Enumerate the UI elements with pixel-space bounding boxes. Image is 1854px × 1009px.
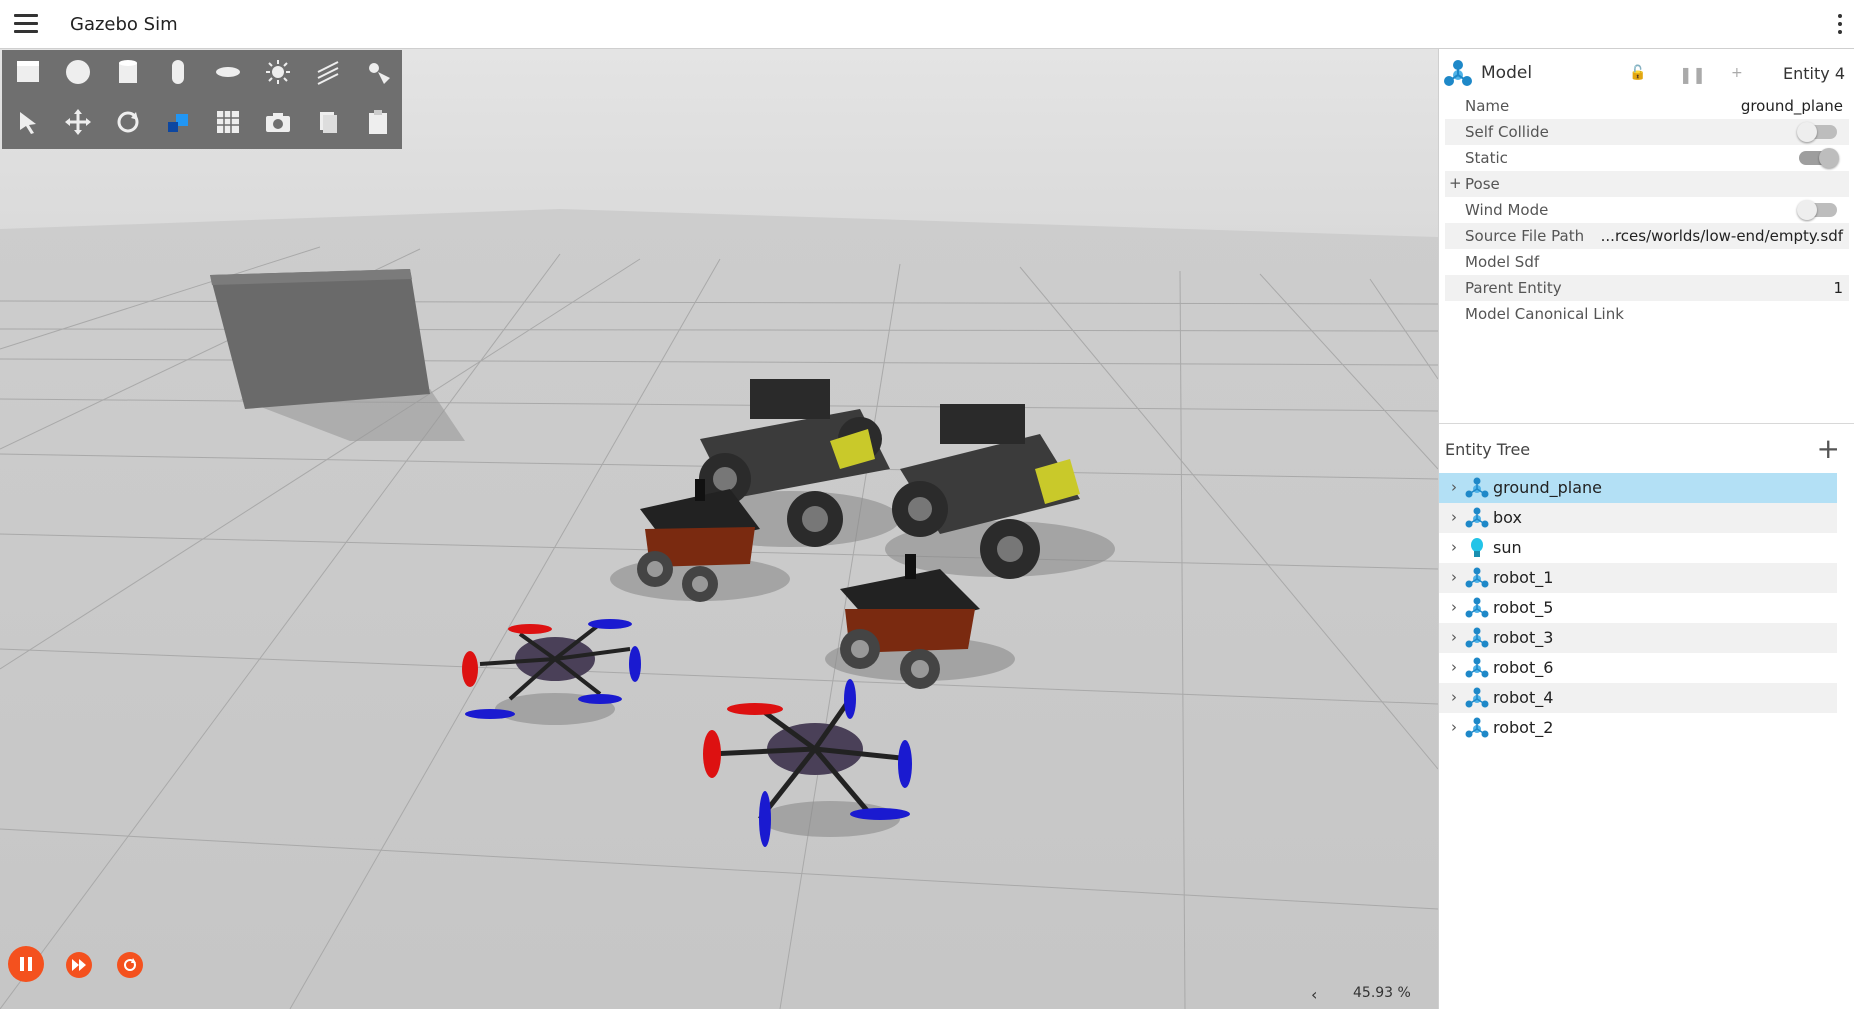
- static-toggle[interactable]: [1799, 148, 1839, 168]
- entity-tree-item-label: robot_1: [1493, 568, 1554, 587]
- prop-name: Name ground_plane: [1465, 97, 1843, 115]
- capsule-icon[interactable]: [160, 54, 196, 90]
- expand-icon[interactable]: +: [1449, 174, 1462, 192]
- entity-tree-item[interactable]: › robot_4: [1439, 683, 1837, 713]
- light-bulb-icon: [1465, 537, 1489, 559]
- self-collide-toggle[interactable]: [1797, 122, 1837, 142]
- entity-tree-item-label: robot_4: [1493, 688, 1554, 707]
- step-button[interactable]: [66, 952, 92, 978]
- pause-icon: [20, 957, 32, 971]
- entity-tree-item[interactable]: › box: [1439, 503, 1837, 533]
- model-icon: [1465, 567, 1489, 589]
- entity-tree-item[interactable]: › robot_5: [1439, 593, 1837, 623]
- expand-chevron-icon[interactable]: ›: [1451, 628, 1457, 646]
- scene-viewport[interactable]: [0, 49, 1438, 1009]
- prop-pose[interactable]: + Pose: [1445, 171, 1849, 197]
- model-icon: [1465, 657, 1489, 679]
- model-icon: [1465, 597, 1489, 619]
- expand-chevron-icon[interactable]: ›: [1451, 598, 1457, 616]
- select-icon[interactable]: [10, 104, 46, 140]
- app-title: Gazebo Sim: [70, 14, 178, 35]
- reset-icon: [124, 958, 136, 971]
- wind-mode-toggle[interactable]: [1797, 200, 1837, 220]
- box-model[interactable]: [210, 269, 430, 409]
- lock-icon[interactable]: 🔓: [1629, 65, 1646, 81]
- entity-tree-item-label: robot_6: [1493, 658, 1554, 677]
- entity-tree-item-label: ground_plane: [1493, 478, 1602, 497]
- real-time-factor: 45.93 %: [1353, 985, 1411, 1001]
- point-light-icon[interactable]: [260, 54, 296, 90]
- expand-chevron-icon[interactable]: ›: [1451, 478, 1457, 496]
- prop-static: Static: [1445, 145, 1849, 171]
- add-component-icon[interactable]: +: [1731, 65, 1743, 81]
- entity-tree-title: Entity Tree: [1445, 440, 1531, 459]
- cylinder-icon[interactable]: [110, 54, 146, 90]
- screenshot-icon[interactable]: [260, 104, 296, 140]
- collapse-stats-arrow[interactable]: ‹: [1311, 985, 1317, 1004]
- grid-snap-icon[interactable]: [210, 104, 246, 140]
- prop-parent-entity: Parent Entity 1: [1445, 275, 1849, 301]
- expand-chevron-icon[interactable]: ›: [1451, 538, 1457, 556]
- reset-button[interactable]: [117, 952, 143, 978]
- sphere-icon[interactable]: [60, 54, 96, 90]
- entity-tree-item-label: robot_5: [1493, 598, 1554, 617]
- prop-self-collide: Self Collide: [1445, 119, 1849, 145]
- more-options-icon[interactable]: [1838, 14, 1844, 38]
- entity-tree-item[interactable]: › robot_6: [1439, 653, 1837, 683]
- model-icon: [1444, 60, 1472, 86]
- expand-chevron-icon[interactable]: ›: [1451, 688, 1457, 706]
- model-icon: [1465, 507, 1489, 529]
- entity-tree-item[interactable]: › sun: [1439, 533, 1837, 563]
- ellipsoid-icon[interactable]: [210, 54, 246, 90]
- right-panel: Model 🔓 ❚❚ + Entity 4 Name ground_plane …: [1438, 49, 1854, 1009]
- box-icon[interactable]: [10, 54, 46, 90]
- add-entity-icon[interactable]: +: [1817, 432, 1840, 465]
- spot-light-icon[interactable]: [360, 54, 396, 90]
- title-bar: Gazebo Sim: [0, 0, 1854, 49]
- entity-tree-item[interactable]: › robot_1: [1439, 563, 1837, 593]
- prop-model-sdf[interactable]: Model Sdf: [1445, 249, 1849, 275]
- model-icon: [1465, 477, 1489, 499]
- expand-chevron-icon[interactable]: ›: [1451, 508, 1457, 526]
- expand-chevron-icon[interactable]: ›: [1451, 658, 1457, 676]
- model-icon: [1465, 627, 1489, 649]
- paste-icon[interactable]: [360, 104, 396, 140]
- view-angle-icon[interactable]: [160, 104, 196, 140]
- entity-tree-item-label: sun: [1493, 538, 1522, 557]
- directional-light-icon[interactable]: [310, 54, 346, 90]
- model-icon: [1465, 717, 1489, 739]
- prop-wind-mode: Wind Mode: [1445, 197, 1849, 223]
- prop-source-file-path: Source File Path ...rces/worlds/low-end/…: [1445, 223, 1849, 249]
- copy-icon[interactable]: [310, 104, 346, 140]
- entity-tree-item[interactable]: › ground_plane: [1439, 473, 1837, 503]
- scene-render: [0, 49, 1438, 1009]
- panel-divider: [1439, 423, 1854, 424]
- component-inspector-header: Model 🔓 ❚❚ + Entity 4: [1439, 49, 1854, 99]
- entity-tree-item[interactable]: › robot_2: [1439, 713, 1837, 743]
- pause-button[interactable]: [8, 946, 44, 982]
- prop-model-canonical-link: Model Canonical Link: [1465, 305, 1624, 323]
- entity-id: Entity 4: [1783, 64, 1845, 83]
- hamburger-menu-icon[interactable]: [14, 14, 38, 34]
- expand-chevron-icon[interactable]: ›: [1451, 568, 1457, 586]
- component-type: Model: [1481, 63, 1533, 83]
- shapes-and-tools-toolbar: [2, 50, 402, 149]
- translate-icon[interactable]: [60, 104, 96, 140]
- pause-inspector-icon[interactable]: ❚❚: [1679, 65, 1706, 84]
- rotate-icon[interactable]: [110, 104, 146, 140]
- entity-tree-item-label: box: [1493, 508, 1522, 527]
- entity-tree-item[interactable]: › robot_3: [1439, 623, 1837, 653]
- entity-tree-item-label: robot_2: [1493, 718, 1554, 737]
- model-icon: [1465, 687, 1489, 709]
- expand-chevron-icon[interactable]: ›: [1451, 718, 1457, 736]
- entity-tree-item-label: robot_3: [1493, 628, 1554, 647]
- fast-forward-icon: [72, 959, 86, 971]
